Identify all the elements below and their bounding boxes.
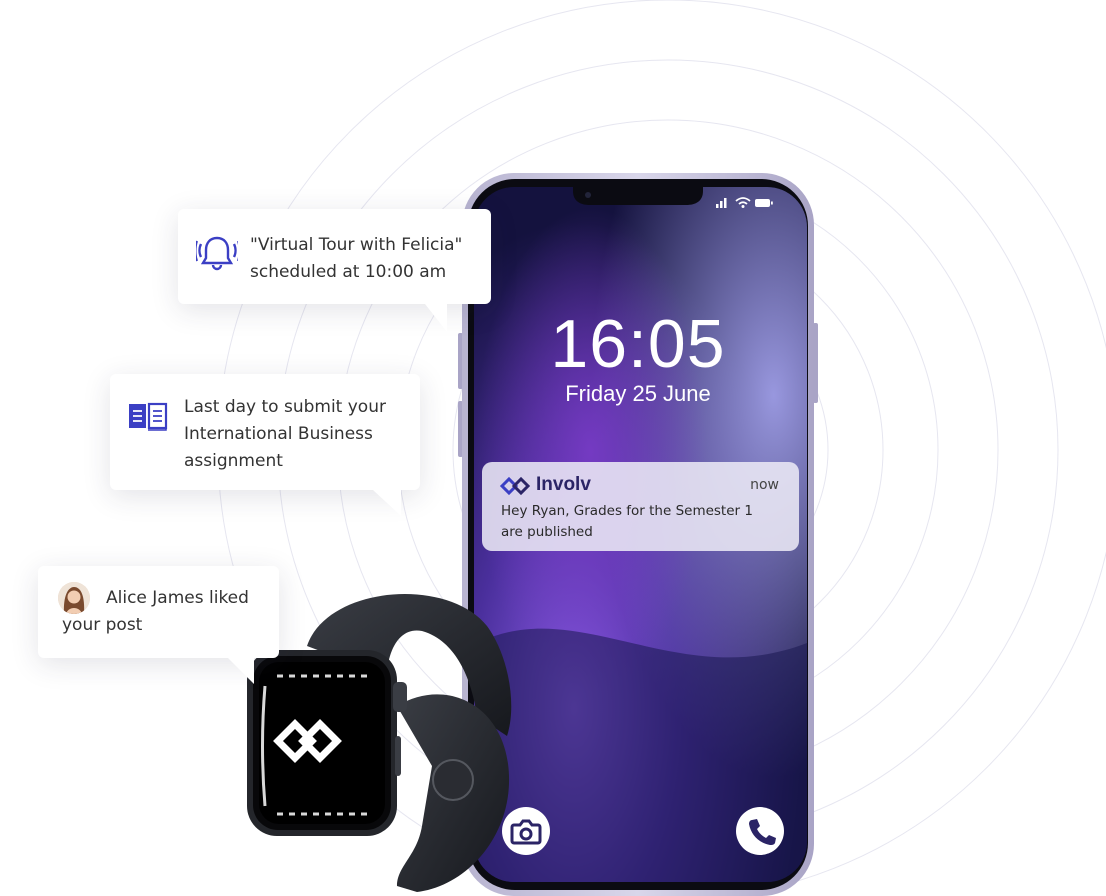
tour-reminder-bubble: "Virtual Tour with Felicia" scheduled at… <box>178 209 491 332</box>
smartwatch <box>247 593 512 892</box>
assignment-text: Last day to submit your International Bu… <box>184 397 386 471</box>
tour-text: "Virtual Tour with Felicia" scheduled at… <box>250 235 463 282</box>
bell-ringing-icon <box>196 236 238 271</box>
like-text: Alice James liked your post <box>62 588 249 635</box>
notification-app-name: Involv <box>536 474 591 495</box>
call-button[interactable] <box>736 807 784 855</box>
open-book-icon <box>129 402 168 431</box>
notification-message: Hey Ryan, Grades for the Semester 1 are … <box>501 503 753 540</box>
involv-logo-icon <box>500 476 530 496</box>
bubble-tail <box>425 304 447 332</box>
assignment-reminder-bubble: Last day to submit your International Bu… <box>110 374 420 516</box>
bubble-tail <box>228 658 254 684</box>
lockscreen-date: Friday 25 June <box>565 381 711 406</box>
post-like-bubble: Alice James liked your post <box>38 566 279 684</box>
phone-call-icon <box>749 819 776 845</box>
push-notification[interactable]: Involv now Hey Ryan, Grades for the Seme… <box>482 462 799 551</box>
status-bar-icons <box>716 197 773 208</box>
bubble-tail <box>373 490 401 516</box>
lockscreen-time: 16:05 <box>550 306 726 382</box>
notification-time: now <box>750 477 779 493</box>
